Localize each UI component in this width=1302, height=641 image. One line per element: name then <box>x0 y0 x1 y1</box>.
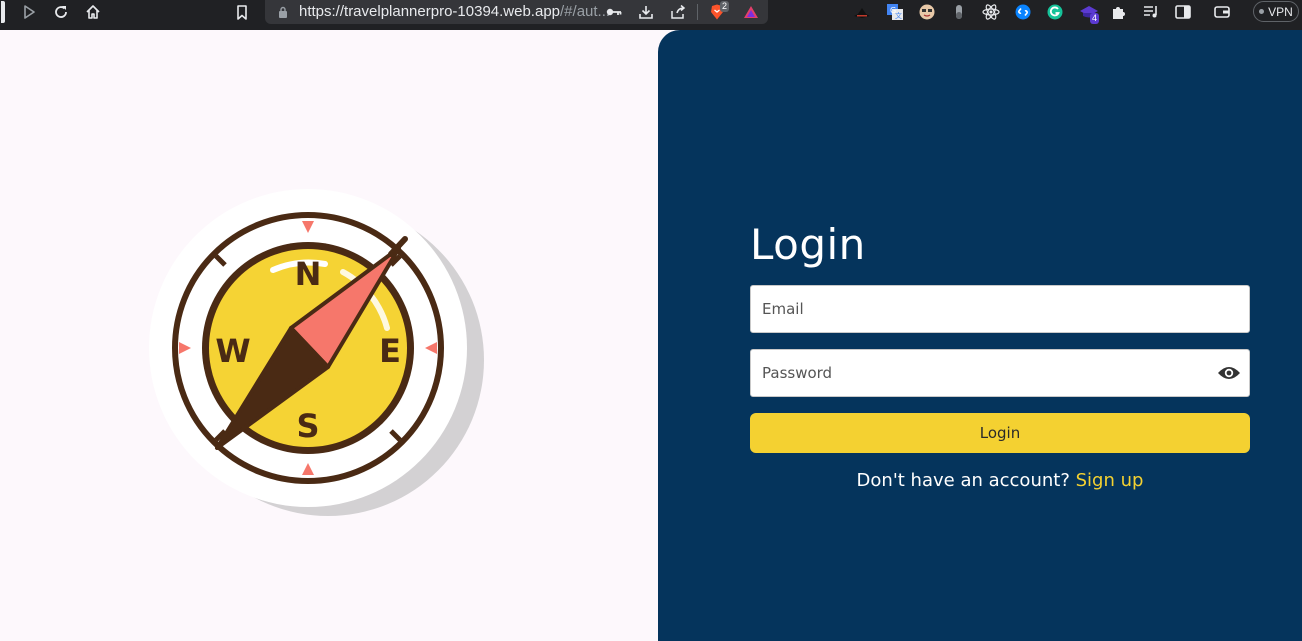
signup-line: Don't have an account? Sign up <box>750 470 1250 491</box>
email-field[interactable] <box>750 285 1250 333</box>
home-icon[interactable] <box>83 0 103 24</box>
vpn-button[interactable]: VPN <box>1253 1 1299 22</box>
url-path: /#/aut... <box>560 3 611 20</box>
password-input[interactable] <box>751 350 1249 396</box>
email-input[interactable] <box>751 286 1249 332</box>
compass-letter-n: N <box>295 255 322 293</box>
svg-text:文: 文 <box>895 11 902 20</box>
lock-icon <box>277 0 289 24</box>
address-bar[interactable]: https://travelplannerpro-10394.web.app/#… <box>265 0 768 24</box>
compass-letter-w: W <box>215 332 250 370</box>
media-icon[interactable] <box>1142 0 1160 24</box>
sidebar-icon[interactable] <box>1174 0 1192 24</box>
password-field[interactable] <box>750 349 1250 397</box>
compass-letter-e: E <box>379 332 401 370</box>
extension-badge: 4 <box>1090 13 1100 24</box>
brave-badge: 2 <box>720 1 730 12</box>
vpn-label: VPN <box>1268 4 1293 19</box>
signup-link[interactable]: Sign up <box>1076 470 1144 491</box>
share-icon[interactable] <box>669 0 687 24</box>
tab-edge <box>0 0 6 24</box>
extensions-icon[interactable] <box>1110 0 1128 24</box>
play-icon[interactable] <box>20 0 38 24</box>
download-icon[interactable] <box>637 0 655 24</box>
login-panel: Login Login Don't have an account? Sign … <box>658 30 1302 641</box>
key-icon[interactable] <box>605 0 623 24</box>
address-divider <box>697 4 698 20</box>
avatar-extension-icon[interactable] <box>918 0 936 24</box>
pill-extension-icon[interactable] <box>952 0 966 24</box>
reload-icon[interactable] <box>51 0 71 24</box>
brave-rewards-icon[interactable] <box>742 0 760 24</box>
vpn-status-dot <box>1259 9 1265 14</box>
browser-toolbar: https://travelplannerpro-10394.web.app/#… <box>0 0 1302 30</box>
translate-icon[interactable]: G文 <box>886 0 904 24</box>
shazam-icon[interactable] <box>1014 0 1032 24</box>
compass-letter-s: S <box>296 407 319 445</box>
signup-prompt: Don't have an account? <box>856 470 1070 491</box>
url-text[interactable]: https://travelplannerpro-10394.web.app/#… <box>299 3 610 20</box>
grammarly-icon[interactable] <box>1046 0 1064 24</box>
wallet-icon[interactable] <box>1213 0 1231 24</box>
url-host: https://travelplannerpro-10394.web.app <box>299 3 561 20</box>
compass-illustration: N S W E <box>145 188 490 528</box>
react-devtools-icon[interactable] <box>981 0 1001 24</box>
eye-icon[interactable] <box>1217 363 1241 383</box>
extension-hat-icon[interactable] <box>852 0 872 24</box>
login-title: Login <box>750 220 866 269</box>
bookmark-icon[interactable] <box>234 0 250 24</box>
login-button[interactable]: Login <box>750 413 1250 453</box>
